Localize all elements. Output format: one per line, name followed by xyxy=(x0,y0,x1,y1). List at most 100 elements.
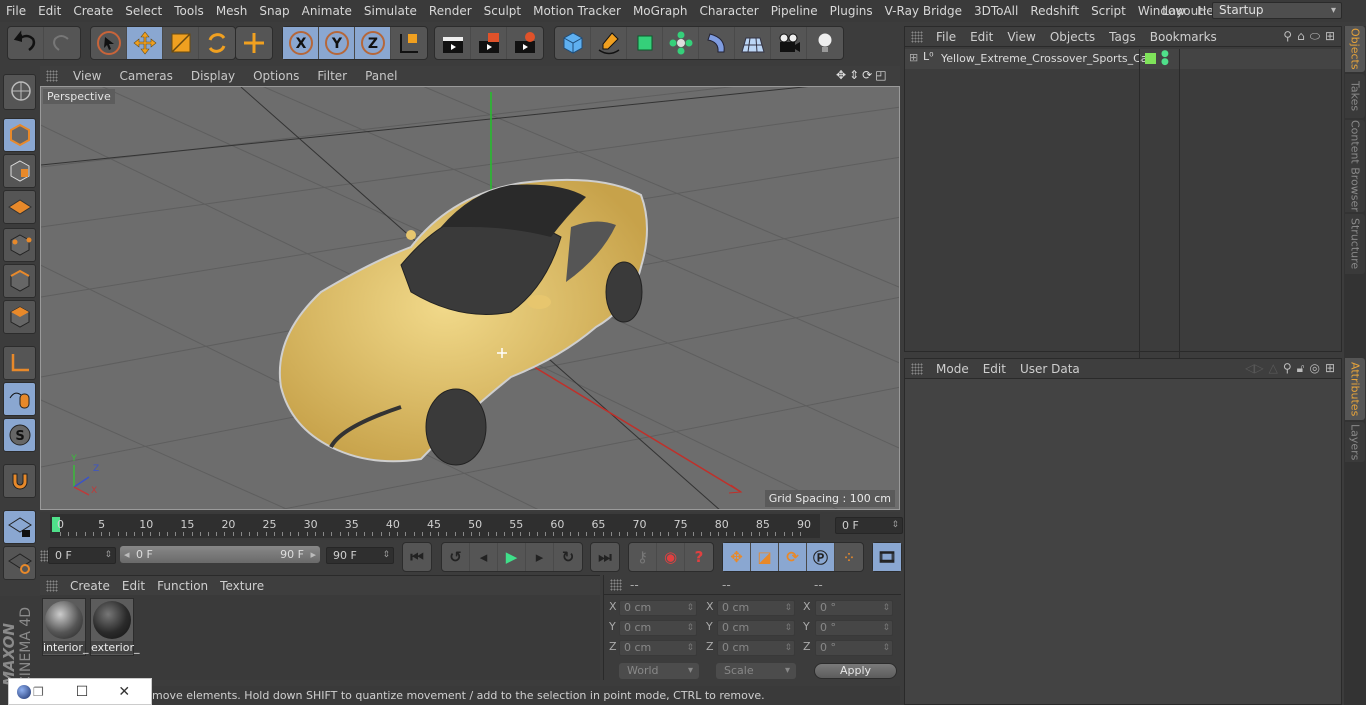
close-icon[interactable]: ✕ xyxy=(118,684,130,700)
autokey-button[interactable]: ◉ xyxy=(657,543,685,571)
object-row[interactable]: ⊞ L⁰ Yellow_Extreme_Crossover_Sports_Car… xyxy=(905,49,1341,379)
tab-content-browser[interactable]: Content Browser xyxy=(1345,120,1365,212)
size-x-field[interactable]: 0 cm xyxy=(717,600,795,616)
material-menu-texture[interactable]: Texture xyxy=(214,579,270,593)
layout-dropdown[interactable]: Startup xyxy=(1212,2,1342,19)
menu-snap[interactable]: Snap xyxy=(253,0,295,22)
material-swatch[interactable]: exterior_ xyxy=(90,598,140,656)
prev-keyframe-button[interactable]: ↺ xyxy=(442,543,470,571)
points-mode-button[interactable] xyxy=(3,228,36,262)
tab-attributes[interactable]: Attributes xyxy=(1345,358,1365,420)
3d-viewport[interactable]: Y Z X Perspective Grid Spacing : 100 cm xyxy=(40,86,900,510)
object-panel-grip[interactable] xyxy=(911,30,923,43)
menu-simulate[interactable]: Simulate xyxy=(358,0,423,22)
menu-edit[interactable]: Edit xyxy=(32,0,67,22)
viewport-menu-filter[interactable]: Filter xyxy=(308,69,356,83)
new-window-icon[interactable]: ⊞ xyxy=(1325,29,1335,44)
y-axis-button[interactable]: Y xyxy=(319,27,355,59)
viewport-menu-options[interactable]: Options xyxy=(244,69,308,83)
orbit-icon[interactable]: ⟳ xyxy=(862,68,872,82)
up-arrow-icon[interactable]: △ xyxy=(1269,361,1278,376)
cube-button[interactable] xyxy=(555,27,591,59)
panel-grip[interactable] xyxy=(46,70,58,82)
dolly-icon[interactable]: ⇕ xyxy=(849,68,859,82)
size-y-field[interactable]: 0 cm xyxy=(717,620,795,636)
new-window-icon[interactable]: ⊞ xyxy=(1325,361,1335,376)
move-tool-button[interactable] xyxy=(127,27,163,59)
viewport-menu-panel[interactable]: Panel xyxy=(356,69,406,83)
maximize-icon[interactable]: ☐ xyxy=(76,684,89,700)
menu-redshift[interactable]: Redshift xyxy=(1024,0,1085,22)
material-menu-function[interactable]: Function xyxy=(151,579,214,593)
rotation-p-field[interactable]: 0 ° xyxy=(815,620,893,636)
snap-button[interactable] xyxy=(3,464,36,498)
prev-frame-button[interactable]: ◂ xyxy=(470,543,498,571)
play-button[interactable]: ▶ xyxy=(498,543,526,571)
end-frame-field[interactable]: 90 F xyxy=(326,547,394,564)
viewport-menu-view[interactable]: View xyxy=(64,69,110,83)
tweak-mode-button[interactable] xyxy=(3,382,36,416)
menu-plugins[interactable]: Plugins xyxy=(824,0,879,22)
workplane-mode-button[interactable] xyxy=(3,190,36,224)
object-menu-objects[interactable]: Objects xyxy=(1043,30,1102,44)
position-track-button[interactable]: ✥ xyxy=(723,543,751,571)
render-settings-button[interactable] xyxy=(507,27,543,59)
search-icon[interactable]: ⚲ xyxy=(1283,29,1292,44)
subdivision-button[interactable] xyxy=(627,27,663,59)
material-swatch[interactable]: interior_ xyxy=(42,598,88,656)
range-left-arrow-icon[interactable]: ◂ xyxy=(124,546,130,563)
rotation-h-field[interactable]: 0 ° xyxy=(815,600,893,616)
floor-button[interactable] xyxy=(735,27,771,59)
object-menu-bookmarks[interactable]: Bookmarks xyxy=(1143,30,1224,44)
edges-mode-button[interactable] xyxy=(3,264,36,298)
undo-button[interactable] xyxy=(8,27,44,59)
rotation-b-field[interactable]: 0 ° xyxy=(815,640,893,656)
start-frame-field[interactable]: 0 F xyxy=(48,547,116,564)
model-mode-button[interactable] xyxy=(3,118,36,152)
menu-sculpt[interactable]: Sculpt xyxy=(478,0,527,22)
menu-motion-tracker[interactable]: Motion Tracker xyxy=(527,0,627,22)
current-frame-field[interactable]: 0 F xyxy=(835,517,903,534)
goto-end-button[interactable]: ⏭ xyxy=(591,543,619,571)
object-name[interactable]: Yellow_Extreme_Crossover_Sports_Car xyxy=(941,52,1152,65)
goto-start-button[interactable]: ⏮ xyxy=(403,543,431,571)
attribute-panel-grip[interactable] xyxy=(911,362,923,375)
camera-label[interactable]: Perspective xyxy=(43,89,115,104)
texture-mode-button[interactable] xyxy=(3,154,36,188)
target-icon[interactable]: ◎ xyxy=(1309,361,1319,376)
light-button[interactable] xyxy=(807,27,843,59)
menu-select[interactable]: Select xyxy=(119,0,168,22)
x-axis-handle[interactable] xyxy=(530,364,742,493)
material-panel-grip[interactable] xyxy=(46,579,58,592)
workplane-rotate-button[interactable] xyxy=(3,546,36,580)
apply-button[interactable]: Apply xyxy=(814,663,897,679)
menu-mesh[interactable]: Mesh xyxy=(210,0,254,22)
menu-pipeline[interactable]: Pipeline xyxy=(765,0,824,22)
menu-script[interactable]: Script xyxy=(1085,0,1132,22)
material-menu-edit[interactable]: Edit xyxy=(116,579,151,593)
scale-tool-button[interactable] xyxy=(163,27,199,59)
parameter-track-button[interactable]: Ⓟ xyxy=(807,543,835,571)
menu-vray-bridge[interactable]: V-Ray Bridge xyxy=(879,0,968,22)
menu-render[interactable]: Render xyxy=(423,0,478,22)
expand-icon[interactable]: ⊞ xyxy=(909,51,918,64)
record-keys-button[interactable]: ⚷ xyxy=(629,543,657,571)
eye-icon[interactable]: ⬭ xyxy=(1310,29,1320,44)
menu-mograph[interactable]: MoGraph xyxy=(627,0,694,22)
visibility-dots-icon[interactable]: ● ● xyxy=(1161,50,1169,67)
solo-button[interactable]: S xyxy=(3,418,36,452)
restore-icon[interactable]: ❐ xyxy=(33,685,44,699)
coordinates-grip[interactable] xyxy=(610,578,622,591)
maximize-view-icon[interactable]: ◰ xyxy=(875,68,886,82)
position-x-field[interactable]: 0 cm xyxy=(619,600,697,616)
tab-takes[interactable]: Takes xyxy=(1345,74,1365,118)
deformer-button[interactable] xyxy=(699,27,735,59)
attribute-menu-edit[interactable]: Edit xyxy=(976,362,1013,376)
next-keyframe-button[interactable]: ↻ xyxy=(554,543,582,571)
rotation-track-button[interactable]: ⟳ xyxy=(779,543,807,571)
tab-layers[interactable]: Layers xyxy=(1345,422,1365,462)
back-arrow-icon[interactable]: ◁▷ xyxy=(1245,361,1263,376)
next-frame-button[interactable]: ▸ xyxy=(526,543,554,571)
recent-tool-button[interactable] xyxy=(236,27,272,59)
menu-tools[interactable]: Tools xyxy=(168,0,210,22)
